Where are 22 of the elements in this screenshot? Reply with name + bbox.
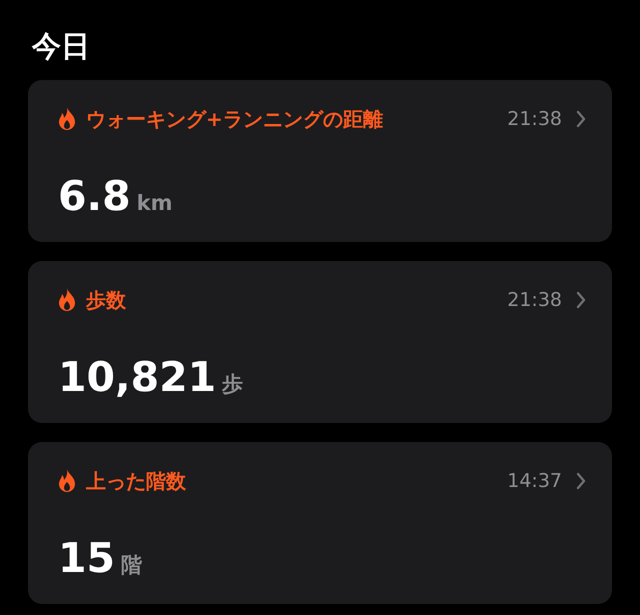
metric-label: ウォーキング+ランニングの距離	[86, 106, 384, 132]
metric-unit: 歩	[222, 371, 244, 398]
chevron-right-icon	[576, 291, 586, 309]
update-time: 21:38	[507, 289, 562, 311]
flame-icon	[58, 107, 76, 131]
metric-label: 上った階数	[86, 468, 187, 494]
chevron-right-icon	[576, 472, 586, 490]
page-title: 今日	[32, 28, 91, 65]
metric-unit: km	[136, 191, 172, 215]
update-time: 21:38	[507, 108, 562, 130]
metric-card[interactable]: ウォーキング+ランニングの距離 21:38 6.8 km	[28, 80, 612, 242]
metric-value: 15	[58, 534, 116, 582]
metric-unit: 階	[121, 552, 142, 579]
flame-icon	[58, 469, 76, 493]
update-time: 14:37	[507, 470, 562, 492]
chevron-right-icon	[576, 110, 586, 128]
metric-value: 10,821	[58, 353, 216, 401]
metric-card[interactable]: 上った階数 14:37 15 階	[28, 442, 612, 604]
flame-icon	[58, 288, 76, 312]
metric-card[interactable]: 歩数 21:38 10,821 歩	[28, 261, 612, 423]
metric-label: 歩数	[86, 286, 127, 314]
metric-value: 6.8	[58, 172, 131, 220]
